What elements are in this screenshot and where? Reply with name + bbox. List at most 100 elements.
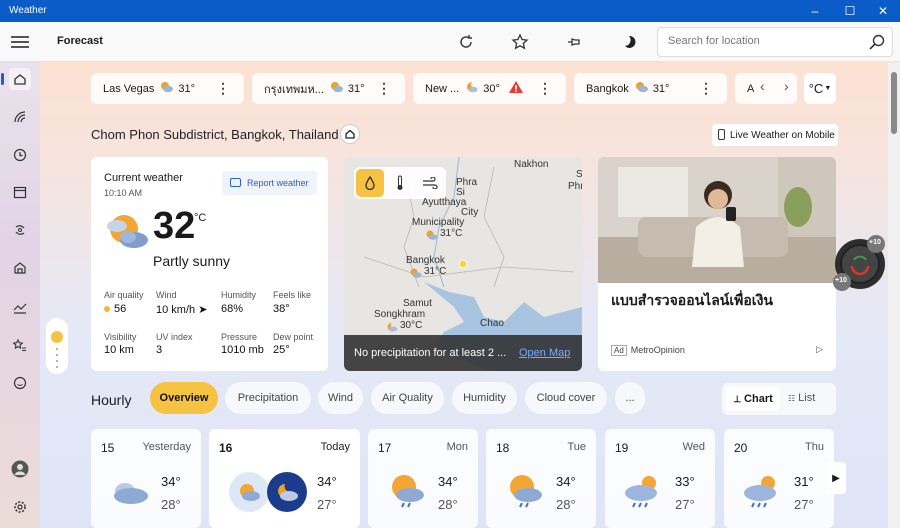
report-weather-button[interactable]: Report weather	[222, 171, 317, 195]
minimize-button[interactable]: –	[798, 0, 832, 22]
metric-label[interactable]: Feels like	[273, 290, 311, 300]
location-pill-new[interactable]: New ... 30° ⋮	[413, 73, 566, 104]
chart-icon: ⊥	[733, 393, 742, 404]
sidebar-favorites-icon[interactable]	[9, 334, 31, 356]
metric-label[interactable]: Wind	[156, 290, 177, 300]
pin-icon[interactable]	[563, 31, 585, 53]
ad-image	[598, 157, 836, 283]
chart-view-button[interactable]: ⊥ Chart	[726, 387, 780, 411]
tab-more[interactable]: ...	[615, 382, 645, 414]
day-card-17[interactable]: 17 Mon 34° 28°	[368, 429, 478, 528]
day-label: Tue	[567, 441, 586, 453]
temperature-unit: °C	[194, 212, 207, 224]
more-options-icon[interactable]: ⋮	[699, 81, 713, 95]
metric-value: 10 km/h	[156, 304, 196, 316]
metric-value: 38°	[273, 303, 290, 315]
partly-sunny-icon	[410, 265, 422, 283]
location-pill-las-vegas[interactable]: Las Vegas 31° ⋮	[91, 73, 244, 104]
ad-title[interactable]: แบบสำรวจออนไลน์เพื่อเงิน	[611, 290, 826, 312]
metric-label[interactable]: Humidity	[221, 290, 256, 300]
search-input[interactable]	[668, 35, 858, 47]
close-button[interactable]: ✕	[866, 0, 900, 22]
sidebar-calendar-icon[interactable]	[9, 181, 31, 203]
weather-map-card[interactable]: Phra Si Ayutthaya City Municipality 31°C…	[344, 157, 582, 371]
sidebar-building-icon[interactable]	[9, 257, 31, 279]
day-card-19[interactable]: 19 Wed 33° 27°	[605, 429, 715, 528]
sidebar-radar-icon[interactable]	[9, 106, 31, 128]
location-pill-bangkok[interactable]: Bangkok 31° ⋮	[574, 73, 727, 104]
list-view-button[interactable]: ☷ List	[788, 392, 815, 404]
ad-choices-icon[interactable]: ▷	[816, 344, 823, 355]
high-temp: 34°	[317, 474, 337, 489]
open-map-link[interactable]: Open Map	[519, 347, 570, 359]
tab-humidity[interactable]: Humidity	[452, 382, 517, 414]
sidebar-clock-icon[interactable]	[9, 144, 31, 166]
next-days-button[interactable]: ▶	[826, 462, 846, 494]
precipitation-layer-icon[interactable]	[356, 169, 384, 197]
sidebar	[0, 62, 40, 528]
ad-card[interactable]: แบบสำรวจออนไลน์เพื่อเงิน Ad MetroOpinion …	[598, 157, 836, 371]
refresh-icon[interactable]	[455, 31, 477, 53]
metric-label[interactable]: Pressure	[221, 332, 257, 342]
weather-gauge-widget[interactable]: +10 +10	[832, 234, 888, 292]
sun-rain-icon	[506, 473, 544, 514]
metric-value-wind: 10 km/h ➤	[156, 303, 207, 316]
scrollbar-thumb[interactable]	[891, 72, 897, 134]
sidebar-lifestyle-icon[interactable]	[9, 372, 31, 394]
page-title: Forecast	[57, 35, 103, 47]
weather-alert-icon[interactable]	[508, 80, 524, 97]
location-pill-bangkok-thai[interactable]: กรุงเทพมห... 31° ⋮	[252, 73, 405, 104]
scrollbar[interactable]	[888, 62, 900, 528]
tab-overview[interactable]: Overview	[150, 382, 218, 414]
dark-mode-icon[interactable]	[617, 31, 639, 53]
location-temp: 30°	[483, 82, 500, 95]
day-number: 19	[615, 441, 629, 455]
tab-air-quality[interactable]: Air Quality	[371, 382, 444, 414]
temperature-layer-icon[interactable]	[386, 169, 414, 197]
day-card-15[interactable]: 15 Yesterday 34° 28°	[91, 429, 201, 528]
list-icon: ☷	[788, 394, 796, 403]
cloudy-icon	[109, 479, 149, 510]
favorite-icon[interactable]	[509, 31, 531, 53]
day-label: Thu	[805, 441, 824, 453]
day-card-16[interactable]: 16 Today 34° 27°	[209, 429, 360, 528]
menu-icon[interactable]	[11, 36, 29, 48]
metric-label[interactable]: Visibility	[104, 332, 136, 342]
tab-cloud-cover[interactable]: Cloud cover	[525, 382, 607, 414]
metric-label[interactable]: Air quality	[104, 290, 144, 300]
day-card-20[interactable]: 20 Thu 31° 27°	[724, 429, 834, 528]
main-content: Las Vegas 31° ⋮ กรุงเทพมห... 31° ⋮ New .…	[40, 62, 888, 528]
live-weather-mobile-button[interactable]: Live Weather on Mobile	[712, 124, 838, 146]
more-options-icon[interactable]: ⋮	[216, 81, 230, 95]
tab-precipitation[interactable]: Precipitation	[225, 382, 311, 414]
window-title: Weather	[9, 5, 47, 16]
current-weather-card: Current weather 10:10 AM Report weather …	[91, 157, 328, 371]
partly-cloudy-night-icon	[267, 472, 307, 512]
account-avatar-icon[interactable]	[9, 458, 31, 480]
more-options-icon[interactable]: ⋮	[377, 81, 391, 95]
page-indicator[interactable]	[46, 318, 68, 374]
settings-gear-icon[interactable]	[9, 496, 31, 518]
map-layer-selector	[354, 167, 446, 199]
more-options-icon[interactable]: ⋮	[538, 81, 552, 95]
home-location-icon[interactable]	[340, 124, 360, 144]
maximize-button[interactable]: ☐	[833, 0, 867, 22]
day-number: 20	[734, 441, 748, 455]
mobile-button-label: Live Weather on Mobile	[730, 129, 835, 141]
metric-label[interactable]: UV index	[156, 332, 193, 342]
scroll-left-icon[interactable]: ‹	[760, 78, 765, 94]
tab-wind[interactable]: Wind	[318, 382, 363, 414]
scroll-right-icon[interactable]: ›	[784, 78, 789, 94]
sidebar-home-icon[interactable]	[1, 68, 31, 90]
search-icon[interactable]	[868, 33, 886, 56]
day-label: Today	[320, 441, 350, 453]
sidebar-hurricane-icon[interactable]	[9, 219, 31, 241]
metric-value: 68%	[221, 303, 244, 315]
precipitation-summary: No precipitation for at least 2 ...	[354, 347, 507, 359]
wind-layer-icon[interactable]	[416, 169, 444, 197]
metric-label[interactable]: Dew point	[273, 332, 313, 342]
day-card-18[interactable]: 18 Tue 34° 28°	[486, 429, 596, 528]
metric-value: 56	[114, 303, 127, 315]
unit-toggle[interactable]: °C ▼	[804, 73, 836, 104]
sidebar-trends-icon[interactable]	[9, 296, 31, 318]
